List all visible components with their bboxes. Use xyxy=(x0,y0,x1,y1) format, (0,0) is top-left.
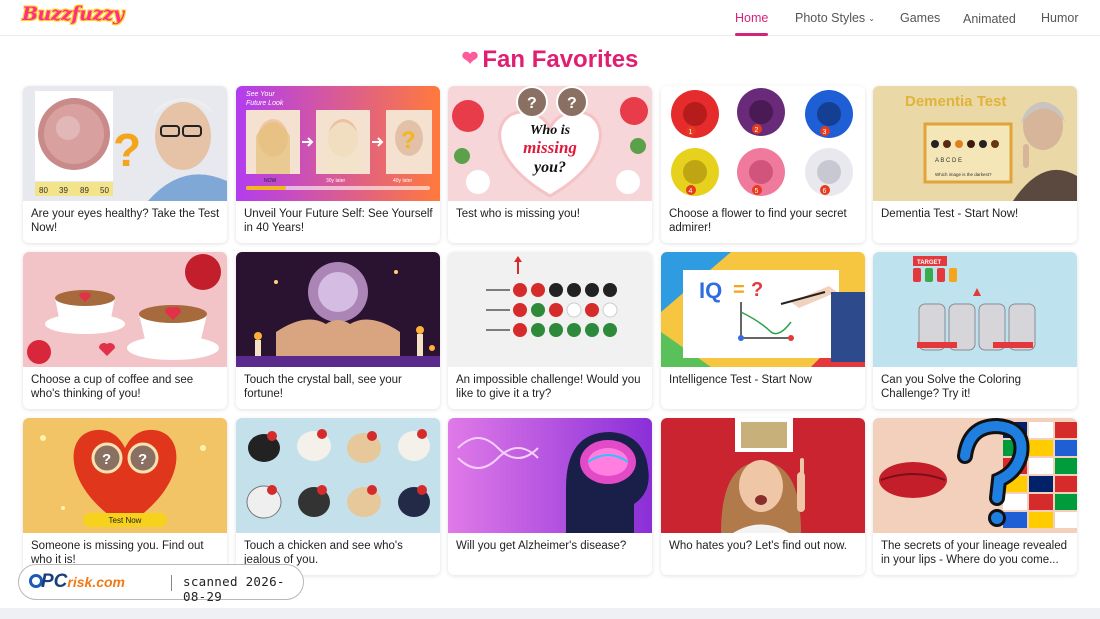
card-caption: Are your eyes healthy? Take the Test Now… xyxy=(31,208,220,234)
pcrisk-watermark: PCrisk.com scanned 2026-08-29 xyxy=(18,564,304,604)
card-thumbnail: IQ = ? xyxy=(661,252,865,367)
quiz-card-someone-missing[interactable]: ? ? Test Now Someone is missing you. Fin… xyxy=(23,418,227,575)
quiz-card-lineage-lips[interactable]: The secrets of your lineage revealed in … xyxy=(873,418,1077,575)
svg-text:See Your: See Your xyxy=(246,91,275,98)
svg-text:missing: missing xyxy=(523,138,577,157)
svg-text:you?: you? xyxy=(532,159,566,176)
card-thumbnail: ? ? Test Now xyxy=(23,418,227,533)
scan-date-text: scanned 2026-08-29 xyxy=(183,574,285,604)
card-thumbnail: See Your Future Look ? NOW 30y later 40y… xyxy=(236,86,440,201)
quiz-card-future-self[interactable]: See Your Future Look ? NOW 30y later 40y… xyxy=(236,86,440,243)
svg-text:?: ? xyxy=(567,95,577,112)
top-navbar: Buzzfuzzy Home Photo Styles ⌄ Games Anim… xyxy=(0,0,1100,36)
svg-text:1: 1 xyxy=(689,129,693,136)
svg-text:?: ? xyxy=(401,127,416,154)
nav-photo-styles-label: Photo Styles xyxy=(795,11,866,25)
quiz-card-iq[interactable]: IQ = ? Intelligence Test - Start Now xyxy=(661,252,865,409)
card-caption: Someone is missing you. Find out who it … xyxy=(31,540,204,566)
svg-text:?: ? xyxy=(138,451,147,468)
nav-home[interactable]: Home xyxy=(735,0,769,36)
nav-games[interactable]: Games xyxy=(900,0,940,36)
card-thumbnail xyxy=(448,252,652,367)
card-thumbnail: 80 39 89 50 ? xyxy=(23,86,227,201)
section-heading: ❤ Fan Favorites xyxy=(0,46,1100,74)
card-caption: Touch a chicken and see who's jealous of… xyxy=(244,540,403,566)
svg-text:2: 2 xyxy=(755,127,759,134)
card-caption: Touch the crystal ball, see your fortune… xyxy=(244,374,402,400)
card-caption: Will you get Alzheimer's disease? xyxy=(456,540,627,552)
page-bottom-bar xyxy=(0,608,1100,619)
svg-text:Dementia Test: Dementia Test xyxy=(905,93,1006,110)
card-caption: Can you Solve the Coloring Challenge? Tr… xyxy=(881,374,1021,400)
svg-text:?: ? xyxy=(102,451,111,468)
watermark-divider xyxy=(171,575,172,591)
svg-text:=: = xyxy=(733,279,745,301)
svg-text:4: 4 xyxy=(689,188,693,195)
quiz-card-coloring[interactable]: TARGET Can you Solve the Coloring Challe… xyxy=(873,252,1077,409)
eye-number: 50 xyxy=(100,186,109,195)
card-thumbnail: Dementia Test A B C D E Which image is t… xyxy=(873,86,1077,201)
quiz-card-who-hates[interactable]: Who hates you? Let's find out now. xyxy=(661,418,865,575)
card-caption: Choose a cup of coffee and see who's thi… xyxy=(31,374,194,400)
card-thumbnail xyxy=(23,252,227,367)
card-thumbnail xyxy=(873,418,1077,533)
quiz-card-dementia[interactable]: Dementia Test A B C D E Which image is t… xyxy=(873,86,1077,243)
nav-humor[interactable]: Humor xyxy=(1041,0,1079,36)
section-title: Fan Favorites xyxy=(482,46,639,73)
quiz-card-crystal-ball[interactable]: Touch the crystal ball, see your fortune… xyxy=(236,252,440,409)
svg-text:?: ? xyxy=(751,279,763,301)
card-caption: The secrets of your lineage revealed in … xyxy=(881,540,1068,566)
quiz-card-chicken[interactable]: Touch a chicken and see who's jealous of… xyxy=(236,418,440,575)
svg-text:A B C D E: A B C D E xyxy=(935,158,962,164)
svg-text:NOW: NOW xyxy=(264,178,277,184)
quiz-card-impossible-challenge[interactable]: An impossible challenge! Would you like … xyxy=(448,252,652,409)
svg-text:TARGET: TARGET xyxy=(917,260,942,266)
svg-text:IQ: IQ xyxy=(699,278,722,303)
svg-text:5: 5 xyxy=(755,188,759,195)
card-thumbnail: 1 2 3 4 5 6 xyxy=(661,86,865,201)
svg-text:Test Now: Test Now xyxy=(109,516,142,525)
svg-text:40y later: 40y later xyxy=(393,178,413,184)
card-caption: An impossible challenge! Would you like … xyxy=(456,374,641,400)
heart-icon: ❤ xyxy=(461,48,479,70)
quiz-card-who-missing[interactable]: ? ? Who is missing you? Test who is miss… xyxy=(448,86,652,243)
card-caption: Unveil Your Future Self: See Yourself in… xyxy=(244,208,433,234)
nav-animated[interactable]: Animated xyxy=(963,1,1016,37)
quiz-card-alzheimers[interactable]: Will you get Alzheimer's disease? xyxy=(448,418,652,575)
chevron-down-icon: ⌄ xyxy=(868,14,875,23)
svg-text:6: 6 xyxy=(823,188,827,195)
eye-number: 89 xyxy=(80,186,89,195)
pcrisk-logo: PCrisk.com xyxy=(29,571,125,593)
nav-photo-styles[interactable]: Photo Styles ⌄ xyxy=(795,0,875,36)
svg-text:Future Look: Future Look xyxy=(246,100,284,107)
svg-text:?: ? xyxy=(113,124,141,176)
quiz-card-coffee[interactable]: Choose a cup of coffee and see who's thi… xyxy=(23,252,227,409)
card-thumbnail: ? ? Who is missing you? xyxy=(448,86,652,201)
card-caption: Test who is missing you! xyxy=(456,208,580,220)
card-caption: Dementia Test - Start Now! xyxy=(881,208,1019,220)
eye-number: 39 xyxy=(59,186,68,195)
card-caption: Who hates you? Let's find out now. xyxy=(669,540,848,552)
card-thumbnail xyxy=(448,418,652,533)
card-thumbnail: TARGET xyxy=(873,252,1077,367)
eye-number: 80 xyxy=(39,186,48,195)
card-thumbnail xyxy=(236,252,440,367)
svg-text:Which image is the darkest?: Which image is the darkest? xyxy=(935,172,992,177)
card-thumbnail xyxy=(236,418,440,533)
quiz-card-flower[interactable]: 1 2 3 4 5 6 Choose a flower to find your… xyxy=(661,86,865,243)
card-caption: Choose a flower to find your secret admi… xyxy=(669,208,847,234)
card-caption: Intelligence Test - Start Now xyxy=(669,374,812,386)
svg-text:30y later: 30y later xyxy=(326,178,346,184)
card-thumbnail xyxy=(661,418,865,533)
svg-text:?: ? xyxy=(527,95,537,112)
site-logo[interactable]: Buzzfuzzy xyxy=(22,3,124,25)
svg-text:3: 3 xyxy=(823,129,827,136)
svg-text:Who is: Who is xyxy=(530,123,571,138)
quiz-card-eyes[interactable]: 80 39 89 50 ? Are your eyes healthy? Tak… xyxy=(23,86,227,243)
